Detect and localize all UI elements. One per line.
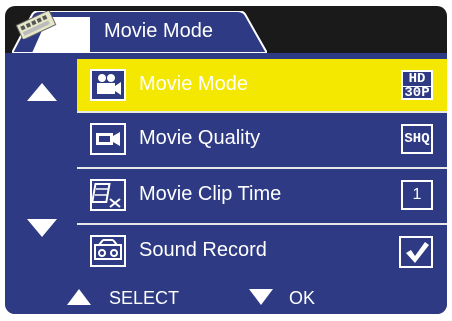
value-badge: 1 xyxy=(401,180,433,210)
video-camera-icon xyxy=(90,123,126,155)
menu-item-sound-record[interactable]: Sound Record xyxy=(77,225,447,277)
down-arrow-icon xyxy=(249,289,273,305)
memory-card-icon xyxy=(15,11,57,39)
title-tab: Movie Mode xyxy=(12,11,267,53)
select-hint: SELECT xyxy=(109,288,180,308)
menu-panel: Movie Mode HD 30P Movie Quality SHQ Movi… xyxy=(5,53,447,280)
scroll-down-arrow-icon[interactable] xyxy=(27,219,57,237)
menu-item-label: Movie Clip Time xyxy=(139,183,282,205)
film-cut-icon xyxy=(90,179,126,211)
checkbox-checked-icon[interactable] xyxy=(399,236,433,268)
menu-item-movie-mode[interactable]: Movie Mode HD 30P xyxy=(77,59,447,111)
up-arrow-icon xyxy=(67,289,91,305)
tape-recorder-icon xyxy=(90,235,126,267)
menu-item-movie-quality[interactable]: Movie Quality SHQ xyxy=(77,113,447,165)
menu-item-movie-clip-time[interactable]: Movie Clip Time 1 xyxy=(77,169,447,221)
value-badge-hd30p: HD 30P xyxy=(401,70,433,100)
page-title: Movie Mode xyxy=(104,20,213,42)
value-badge: SHQ xyxy=(401,124,433,154)
menu-item-label: Movie Mode xyxy=(139,73,248,95)
footer-bar: SELECT OK xyxy=(5,280,447,314)
ok-hint: OK xyxy=(289,288,316,308)
menu-frame: Movie Mode Movie Mode HD 30P Movie Quali… xyxy=(5,6,447,314)
menu-item-label: Movie Quality xyxy=(139,127,261,149)
value-bottom: 30P xyxy=(404,85,430,101)
movie-camera-icon xyxy=(90,69,126,101)
scroll-up-arrow-icon[interactable] xyxy=(27,83,57,101)
menu-item-label: Sound Record xyxy=(139,239,267,261)
